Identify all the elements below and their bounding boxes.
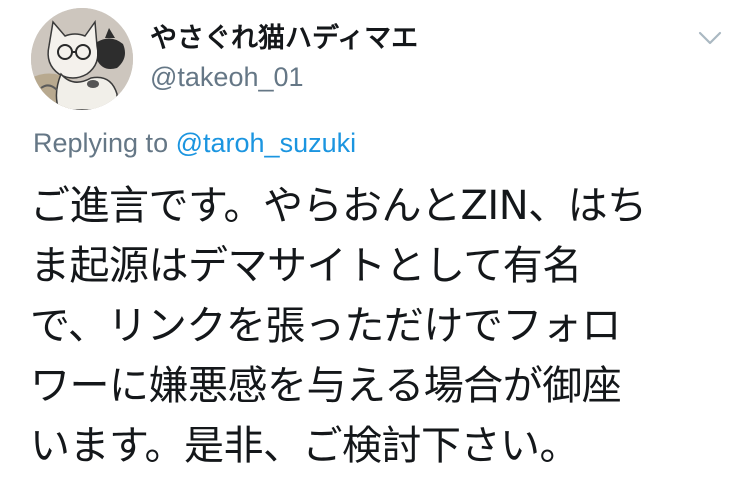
replying-to: Replying to @taroh_suzuki bbox=[33, 126, 356, 160]
tweet-card: やさぐれ猫ハディマエ @takeoh_01 Replying to @taroh… bbox=[0, 0, 750, 493]
tweet-text-line: ワーに嫌悪感を与える場合が御座 bbox=[30, 363, 622, 409]
tweet-text-line: います。是非、ご検討下さい。 bbox=[30, 423, 580, 469]
reply-mention-link[interactable]: @taroh_suzuki bbox=[176, 128, 357, 158]
tweet-author: やさぐれ猫ハディマエ @takeoh_01 bbox=[150, 22, 418, 94]
tweet-text-line: ま起源はデマサイトとして有名 bbox=[30, 243, 582, 289]
author-display-name[interactable]: やさぐれ猫ハディマエ bbox=[150, 22, 418, 56]
tweet-text-line: で、リンクを張っただけでフォロ bbox=[30, 303, 621, 349]
replying-to-label: Replying to bbox=[33, 128, 169, 158]
tweet-text: ご進言です。やらおんとZIN、はち ま起源はデマサイトとして有名 で、リンクを張… bbox=[30, 176, 730, 476]
author-handle[interactable]: @takeoh_01 bbox=[150, 60, 418, 94]
chevron-down-icon[interactable] bbox=[698, 30, 722, 46]
tweet-text-line: ご進言です。やらおんとZIN、はち bbox=[30, 183, 647, 229]
cat-avatar-icon bbox=[31, 8, 133, 110]
avatar[interactable] bbox=[31, 8, 133, 110]
